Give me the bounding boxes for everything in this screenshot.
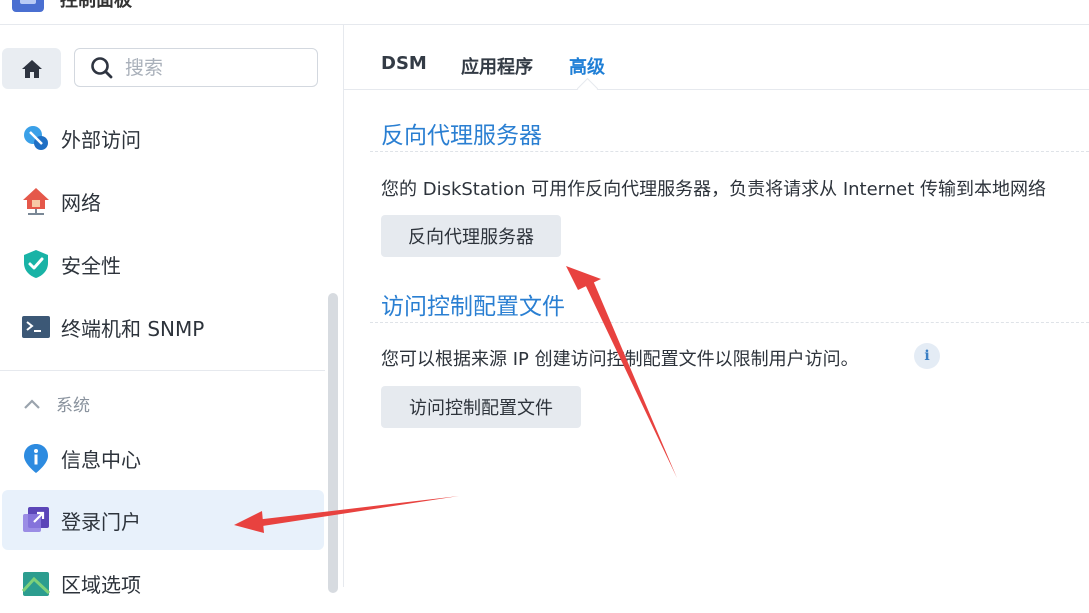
section-title-reverse-proxy: 反向代理服务器 <box>381 123 542 149</box>
sidebar-item-label: 终端机和 SNMP <box>61 316 205 341</box>
access-control-description: 您可以根据来源 IP 创建访问控制配置文件以限制用户访问。 <box>381 349 859 370</box>
tab-applications[interactable]: 应用程序 <box>461 53 533 79</box>
tab-dsm[interactable]: DSM <box>381 53 427 74</box>
section-divider <box>370 322 1089 323</box>
sidebar-item-label: 外部访问 <box>61 127 141 152</box>
sidebar: 外部访问 网络 安全性 终端机和 <box>0 25 344 597</box>
home-button[interactable] <box>2 48 61 89</box>
section-header-system[interactable]: 系统 <box>22 391 90 416</box>
title-bar: 控制面板 <box>0 0 1089 25</box>
sidebar-item-security[interactable]: 安全性 <box>2 234 324 294</box>
reverse-proxy-description: 您的 DiskStation 可用作反向代理服务器，负责将请求从 Interne… <box>381 179 1047 200</box>
sidebar-item-label: 网络 <box>61 190 101 215</box>
tab-bar: DSM 应用程序 高级 <box>344 25 1089 100</box>
sidebar-item-network[interactable]: 网络 <box>2 171 324 231</box>
tab-advanced[interactable]: 高级 <box>569 53 605 79</box>
sidebar-item-label: 登录门户 <box>61 509 141 534</box>
info-icon[interactable]: i <box>914 343 940 369</box>
sidebar-item-login-portal[interactable]: 登录门户 <box>2 490 324 550</box>
security-shield-icon <box>20 248 52 280</box>
reverse-proxy-button[interactable]: 反向代理服务器 <box>381 215 561 257</box>
network-icon <box>20 185 52 217</box>
main-panel: DSM 应用程序 高级 反向代理服务器 您的 DiskStation 可用作反向… <box>344 25 1089 587</box>
terminal-icon <box>20 311 52 343</box>
search-box[interactable] <box>74 48 318 87</box>
section-divider <box>370 151 1089 152</box>
login-portal-icon <box>20 504 52 536</box>
section-divider <box>0 370 325 371</box>
sidebar-item-label: 区域选项 <box>61 572 141 597</box>
sidebar-item-regional-options[interactable]: 区域选项 <box>2 553 324 613</box>
search-input[interactable] <box>123 55 307 80</box>
access-control-profile-button[interactable]: 访问控制配置文件 <box>381 386 581 428</box>
control-panel-icon <box>12 0 44 12</box>
section-title-access-control: 访问控制配置文件 <box>381 294 565 320</box>
sidebar-item-terminal-snmp[interactable]: 终端机和 SNMP <box>2 297 324 357</box>
section-label: 系统 <box>56 396 90 416</box>
sidebar-item-label: 安全性 <box>61 253 121 278</box>
active-tab-indicator <box>576 77 599 100</box>
window-title: 控制面板 <box>60 0 132 11</box>
chevron-up-icon <box>24 398 40 409</box>
regional-options-icon <box>20 567 52 599</box>
info-pin-icon <box>20 442 52 474</box>
sidebar-scrollbar[interactable] <box>328 293 338 593</box>
sidebar-item-label: 信息中心 <box>61 447 141 472</box>
external-access-icon <box>20 122 52 154</box>
home-icon <box>21 59 42 78</box>
search-icon <box>91 56 113 78</box>
sidebar-item-info-center[interactable]: 信息中心 <box>2 428 324 488</box>
sidebar-item-external-access[interactable]: 外部访问 <box>2 108 324 168</box>
